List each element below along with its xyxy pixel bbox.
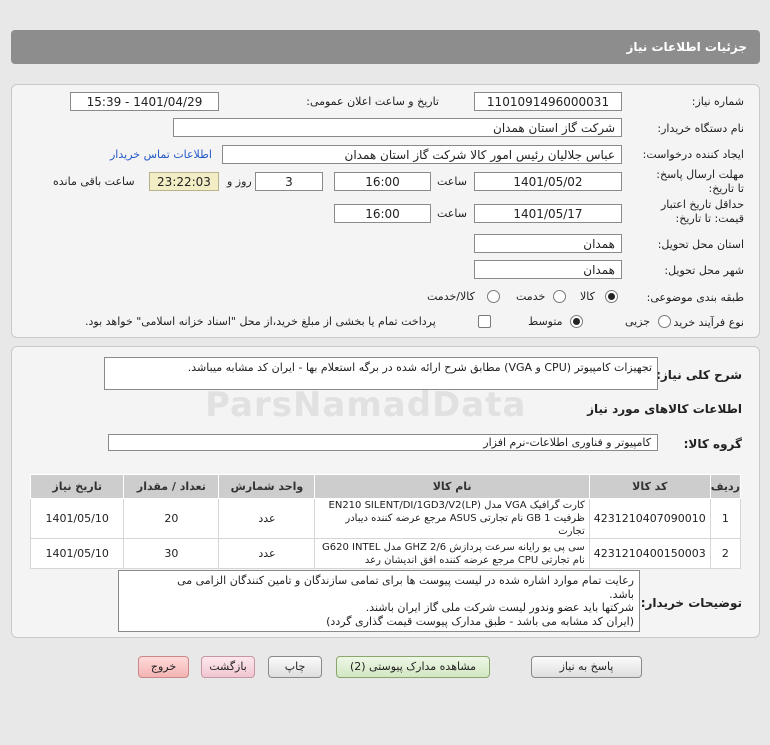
table-header-row: ردیف کد کالا نام کالا واحد شمارش تعداد /… — [29, 474, 742, 499]
cell-code: 4231210407090010 — [588, 498, 711, 539]
goods-table: ردیف کد کالا نام کالا واحد شمارش تعداد /… — [29, 474, 742, 569]
exit-button[interactable]: خروج — [138, 656, 189, 678]
process-radio-minor[interactable] — [658, 315, 671, 328]
cell-name: سی پی یو رایانه سرعت پردازش GHZ 2/6 مدل … — [314, 538, 590, 569]
cell-row: 1 — [709, 498, 742, 539]
cell-qty: 30 — [123, 538, 220, 569]
need-number-label: شماره نیاز: — [691, 95, 744, 108]
table-row[interactable]: 1 4231210407090010 کارت گرافیک VGA مدل E… — [29, 498, 742, 539]
cell-date: 1401/05/10 — [29, 498, 125, 539]
validity-time-field: 16:00 — [334, 204, 431, 223]
category-option-goods: کالا — [580, 290, 595, 303]
cell-name-line2: نام تجارتی CPU مرجع عرضه کننده افق اندیش… — [364, 554, 585, 566]
col-code: کد کالا — [588, 474, 711, 499]
cell-row: 2 — [709, 538, 742, 569]
buyer-field: شرکت گاز استان همدان — [173, 118, 622, 137]
deadline-time-field: 16:00 — [334, 172, 431, 191]
days-field: 3 — [255, 172, 323, 191]
col-qty: تعداد / مقدار — [123, 474, 220, 499]
buyer-notes-line: شرکتها باید عضو وندور لیست شرکت ملی گاز … — [365, 601, 634, 614]
cell-code: 4231210400150003 — [588, 538, 711, 569]
process-option-medium: متوسط — [528, 315, 563, 328]
need-number-field: 1101091496000031 — [474, 92, 622, 111]
buyer-notes-text: رعایت تمام موارد اشاره شده در لیست پیوست… — [118, 570, 640, 632]
page-header: جزئیات اطلاعات نیاز — [11, 30, 760, 64]
deadline-label: مهلت ارسال پاسخ: تا تاریخ: — [656, 168, 744, 195]
validity-date-field: 1401/05/17 — [474, 204, 622, 223]
col-date: تاریخ نیاز — [29, 474, 125, 499]
page-title: جزئیات اطلاعات نیاز — [626, 40, 747, 54]
process-label: نوع فرآیند خرید : — [666, 316, 744, 329]
process-radio-medium[interactable] — [570, 315, 583, 328]
payment-note: پرداخت تمام یا بخشی از مبلغ خرید،از محل … — [85, 315, 436, 328]
view-attachments-button[interactable]: مشاهده مدارک پیوستی (2) — [336, 656, 490, 678]
cell-date: 1401/05/10 — [29, 538, 125, 569]
goods-section-title: اطلاعات کالاهای مورد نیاز — [587, 402, 742, 416]
col-name: نام کالا — [314, 474, 590, 499]
buyer-notes-label: توضیحات خریدار: — [640, 596, 742, 610]
cell-name-line2: ظرفیت 1 GB نام تجارتی ASUS مرجع عرضه کنن… — [345, 513, 585, 537]
buyer-notes-line: باشد. — [609, 587, 634, 601]
cell-name: کارت گرافیک VGA مدل EN210 SILENT/DI/1GD3… — [314, 498, 590, 539]
print-button[interactable]: چاپ — [268, 656, 322, 678]
validity-time-label: ساعت — [437, 207, 467, 220]
category-radio-goods-service[interactable] — [487, 290, 500, 303]
reply-button[interactable]: پاسخ به نیاز — [531, 656, 642, 678]
creator-field: عباس جلالیان رئیس امور کالا شرکت گاز است… — [222, 145, 622, 164]
category-radio-service[interactable] — [553, 290, 566, 303]
cell-unit: عدد — [218, 498, 316, 539]
table-row[interactable]: 2 4231210400150003 سی پی یو رایانه سرعت … — [29, 538, 742, 569]
deadline-date-field: 1401/05/02 — [474, 172, 622, 191]
province-label: استان محل تحویل: — [657, 238, 744, 251]
buyer-label: نام دستگاه خریدار: — [657, 122, 744, 135]
category-label: طبقه بندی موضوعی: — [646, 291, 744, 304]
buyer-notes-line: (ایران کد مشابه می باشد - طبق مدارک پیوس… — [326, 614, 634, 628]
days-label: روز و — [227, 175, 252, 188]
goods-group-field: کامپیوتر و فناوری اطلاعات-نرم افزار — [108, 434, 658, 451]
col-unit: واحد شمارش — [218, 474, 316, 499]
province-field: همدان — [474, 234, 622, 253]
remaining-label: ساعت باقی مانده — [53, 175, 135, 188]
creator-label: ایجاد کننده درخواست: — [642, 148, 744, 161]
contact-buyer-link[interactable]: اطلاعات تماس خریدار — [110, 148, 212, 161]
cell-name-line1: کارت گرافیک VGA مدل EN210 SILENT/DI/1GD3… — [328, 500, 585, 511]
col-row: ردیف — [709, 474, 742, 499]
watermark: ParsNamadData — [205, 385, 527, 425]
back-button[interactable]: بازگشت — [201, 656, 255, 678]
remaining-time-field: 23:22:03 — [149, 172, 219, 191]
deadline-time-label: ساعت — [437, 175, 467, 188]
summary-label: شرح کلی نیاز: — [656, 368, 742, 382]
announce-label: تاریخ و ساعت اعلان عمومی: — [306, 95, 439, 108]
category-option-service: خدمت — [516, 290, 546, 303]
category-radio-goods[interactable] — [605, 290, 618, 303]
cell-unit: عدد — [218, 538, 316, 569]
treasury-checkbox[interactable] — [478, 315, 491, 328]
city-field: همدان — [474, 260, 622, 279]
validity-label: حداقل تاریخ اعتبار قیمت: تا تاریخ: — [660, 198, 744, 225]
cell-qty: 20 — [123, 498, 220, 539]
cell-name-line1: سی پی یو رایانه سرعت پردازش GHZ 2/6 مدل … — [322, 541, 585, 553]
process-option-minor: جزیی — [625, 315, 651, 328]
buyer-notes-line: رعایت تمام موارد اشاره شده در لیست پیوست… — [177, 574, 634, 587]
announce-field: 1401/04/29 - 15:39 — [70, 92, 219, 111]
goods-group-label: گروه کالا: — [683, 437, 742, 451]
category-option-goods-service: کالا/خدمت — [427, 290, 475, 303]
city-label: شهر محل تحویل: — [664, 264, 744, 277]
